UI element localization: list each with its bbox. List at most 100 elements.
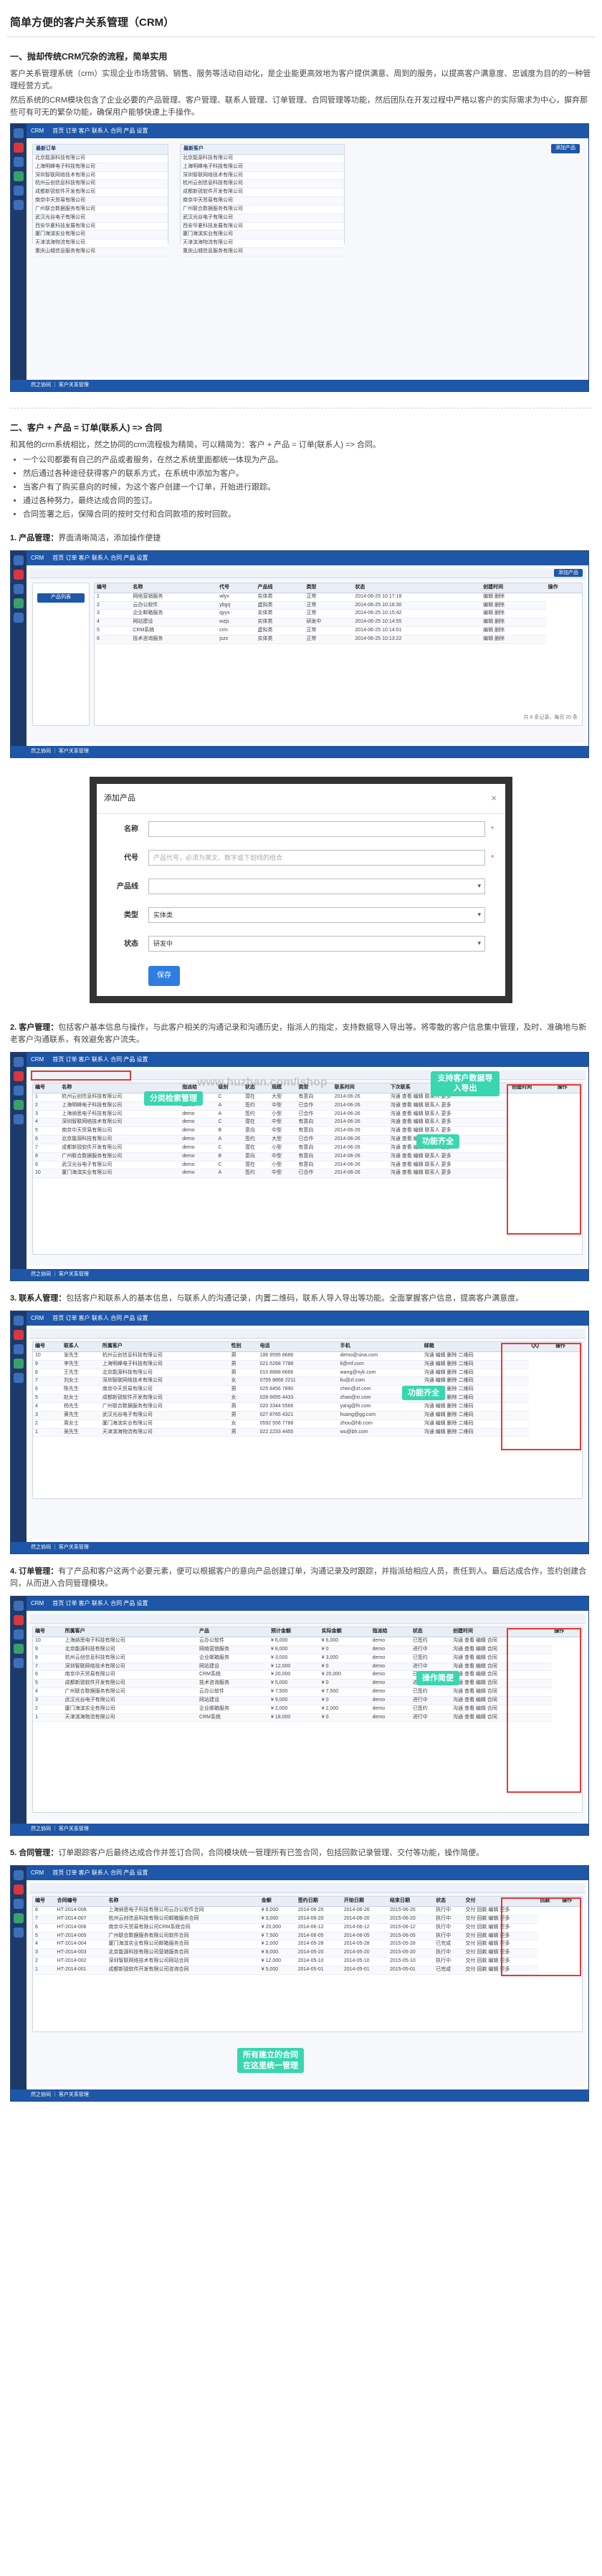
table-row[interactable]: 2上海明峰电子科技有限公司demoA签约中型已合作2014-06-26沟通 查看…	[33, 1101, 582, 1111]
home-icon[interactable]	[14, 1057, 24, 1068]
table-row[interactable]: 10 上海纳思电子科技有限公司 云办公软件 ¥ 6,000 ¥ 6,000 demo 已签约…	[33, 1637, 582, 1646]
list-item[interactable]: 武汉光谷电子有限公司	[33, 214, 168, 223]
code-field[interactable]: 产品代号，必须为英文、数字或下划线的组合	[148, 850, 485, 866]
list-item[interactable]: 天津滨海物流有限公司	[33, 239, 168, 249]
mail-icon[interactable]	[14, 1615, 24, 1626]
list-item[interactable]: 深圳智联网络技术有限公司	[181, 171, 344, 181]
list-item[interactable]: 杭州云创信息科技有限公司	[181, 179, 344, 189]
table-row[interactable]: 8 HT-2014-008 上海纳思电子科技有限公司云办公软件合同 ¥ 6,000 20…	[33, 1906, 582, 1915]
table-row[interactable]: 7 深圳智联网络技术有限公司 网站建设 ¥ 12,000 ¥ 0 demo 进行中 沟通 查看…	[33, 1662, 582, 1672]
add-product-button[interactable]: 添加产品	[554, 568, 583, 577]
table-row[interactable]: 4 广州联合数据服务有限公司 云办公软件 ¥ 7,500 ¥ 7,500 demo 已签约沟…	[33, 1687, 582, 1697]
user-icon[interactable]	[14, 598, 24, 608]
calendar-icon[interactable]	[14, 1086, 24, 1096]
app-nav[interactable]: 首页 订单 客户 联系人 合同 产品 设置	[52, 1869, 148, 1876]
product-list-nav[interactable]: 产品列表	[37, 593, 85, 603]
row-actions[interactable]: 沟通 查看 编辑 联系人 更多	[388, 1110, 510, 1119]
list-item[interactable]: 上海明峰电子科技有限公司	[181, 163, 344, 172]
home-icon[interactable]	[14, 1870, 24, 1881]
table-row[interactable]: 7 刘女士 深圳智联网络技术有限公司女 0755 8866 2211 liu@zl.co…	[33, 1376, 582, 1387]
table-row[interactable]: 6南京中天贸易有限公司CRM系统¥ 20,000¥ 20,000demo已签约沟…	[33, 1670, 582, 1680]
list-item[interactable]: 杭州云创信息科技有限公司	[33, 179, 168, 189]
home-icon[interactable]	[14, 1316, 24, 1326]
app-nav[interactable]: 首页 订单 客户 联系人 合同 产品 设置	[52, 1056, 148, 1063]
table-row[interactable]: 2 云办公软件 ybgrj 虚拟类 正常 2014-06-25 10:16:30 编辑 删除	[95, 601, 582, 611]
file-icon[interactable]	[14, 612, 24, 623]
row-actions[interactable]: 编辑 删除	[481, 626, 546, 636]
calendar-icon[interactable]	[14, 1629, 24, 1640]
calendar-icon[interactable]	[14, 157, 24, 168]
app-nav[interactable]: 首页 订单 客户 联系人 合同 产品 设置	[52, 1600, 148, 1607]
list-item[interactable]: 重庆山城信息服务有限公司	[33, 247, 168, 257]
list-item[interactable]: 天津滨海物流有限公司	[181, 239, 344, 249]
table-row[interactable]: 8 广州联合数据服务有限公司 demo B 意向 中型 有意向 2014-06-26 沟通 查看…	[33, 1152, 582, 1162]
table-row[interactable]: 1 网络营销服务 wlyx 实体类 正常 2014-06-25 10:17:18 编辑 删除	[95, 593, 582, 602]
table-row[interactable]: 2 厦门海滨实业有限公司 企业邮箱服务 ¥ 2,000 ¥ 2,000 demo 已签约 沟通…	[33, 1705, 582, 1714]
calendar-icon[interactable]	[14, 1899, 24, 1910]
app-nav[interactable]: 首页 订单 客户 联系人 合同 产品 设置	[52, 128, 148, 134]
home-icon[interactable]	[14, 555, 24, 565]
table-row[interactable]: 3 企业邮箱服务 qyyx 实体类 正常 2014-06-25 10:15:42 编辑 删除	[95, 609, 582, 619]
table-row[interactable]: 9 武汉光谷电子有限公司 demo C 潜在 小型 有意向 2014-06-26 沟通 查看 编…	[33, 1161, 582, 1170]
list-item[interactable]: 厦门海滨实业有限公司	[33, 230, 168, 240]
list-item[interactable]: 广州联合数据服务有限公司	[181, 205, 344, 214]
row-actions[interactable]: 编辑 删除	[481, 593, 546, 602]
mail-icon[interactable]	[14, 1330, 24, 1341]
row-actions[interactable]: 编辑 删除	[481, 601, 546, 611]
table-row[interactable]: 3 武汉光谷电子有限公司 网站建设 ¥ 9,000 ¥ 0 demo 进行中 沟通 查看 编辑…	[33, 1696, 582, 1705]
list-item[interactable]: 上海明峰电子科技有限公司	[33, 163, 168, 172]
save-button[interactable]: 保存	[148, 966, 180, 986]
table-row[interactable]: 5 HT-2014-005 广州联合数据服务有限公司软件合同 ¥ 7,500 2014-…	[33, 1932, 582, 1941]
table-row[interactable]: 1 吴先生 天津滨海物流有限公司男 022 2233 4455 wu@bh.com 沟通 …	[33, 1428, 582, 1437]
user-icon[interactable]	[14, 1644, 24, 1655]
table-row[interactable]: 4 杨先生 广州联合数据服务有限公司男 020 3344 5566 yang@lh.co…	[33, 1402, 582, 1412]
table-row[interactable]: 6北京能源科技有限公司demoA签约大型已合作2014-06-26沟通 查看 编…	[33, 1135, 582, 1144]
list-item[interactable]: 成都新锐软件开发有限公司	[33, 188, 168, 198]
table-row[interactable]: 2 周女士 厦门海滨实业有限公司女 0592 556 7788 zhou@hb.com 沟…	[33, 1419, 582, 1429]
file-icon[interactable]	[14, 1373, 24, 1384]
list-item[interactable]: 南京中天贸易有限公司	[33, 196, 168, 206]
table-row[interactable]: 1杭州云创信息科技有限公司demoC潜在大型有意向2014-06-26沟通 查看…	[33, 1093, 582, 1102]
app-nav[interactable]: 首页 订单 客户 联系人 合同 产品 设置	[52, 555, 148, 561]
row-actions[interactable]: 沟通 查看 编辑 联系人 更多	[388, 1161, 510, 1170]
list-item[interactable]: 北京能源科技有限公司	[181, 154, 344, 163]
home-icon[interactable]	[14, 128, 24, 139]
line-select[interactable]	[148, 878, 485, 894]
table-row[interactable]: 9 北京能源科技有限公司 网络营销服务 ¥ 8,000 ¥ 0 demo 进行中 沟通 查看 …	[33, 1645, 582, 1655]
file-icon[interactable]	[14, 1114, 24, 1125]
name-field[interactable]	[148, 821, 485, 837]
list-item[interactable]: 西安华夏科技发展有限公司	[33, 222, 168, 231]
table-row[interactable]: 8 杭州云创信息科技有限公司 企业邮箱服务 ¥ 3,000 ¥ 3,000 demo 已签约…	[33, 1654, 582, 1663]
list-item[interactable]: 北京能源科技有限公司	[33, 154, 168, 163]
mail-icon[interactable]	[14, 1071, 24, 1082]
user-icon[interactable]	[14, 1100, 24, 1111]
list-item[interactable]: 成都新锐软件开发有限公司	[181, 188, 344, 198]
row-actions[interactable]: 编辑 删除	[481, 609, 546, 619]
status-select[interactable]: 研发中	[148, 936, 485, 952]
table-row[interactable]: 6 陈先生 南京中天贸易有限公司男 025 8456 7890 chen@zt.com 沟…	[33, 1385, 582, 1395]
table-row[interactable]: 3 HT-2014-003 北京能源科技有限公司营销服务合同 ¥ 8,000 2014-…	[33, 1948, 582, 1958]
user-icon[interactable]	[14, 1913, 24, 1924]
table-row[interactable]: 7 HT-2014-007 杭州云创信息科技有限公司邮箱服务合同 ¥ 3,000 201…	[33, 1915, 582, 1924]
list-item[interactable]: 南京中天贸易有限公司	[181, 196, 344, 206]
file-icon[interactable]	[14, 1928, 24, 1938]
calendar-icon[interactable]	[14, 1344, 24, 1355]
table-row[interactable]: 5 CRM系统 crm 虚拟类 正常 2014-06-25 10:14:01 编辑 删除	[95, 626, 582, 636]
list-item[interactable]: 深圳智联网络技术有限公司	[33, 171, 168, 181]
table-row[interactable]: 4 HT-2014-004 厦门海滨实业有限公司邮箱服务合同 ¥ 2,000 2014-…	[33, 1940, 582, 1950]
row-actions[interactable]: 沟通 查看 编辑 联系人 更多	[388, 1152, 510, 1162]
table-row[interactable]: 5 赵女士 成都新锐软件开发有限公司女 028 6655 4433 zhao@xr.co…	[33, 1394, 582, 1403]
list-item[interactable]: 西安华夏科技发展有限公司	[181, 222, 344, 231]
table-row[interactable]: 5 南京中天贸易有限公司 demo B 意向 中型 有意向 2014-06-26 沟通 查看 编…	[33, 1126, 582, 1136]
user-icon[interactable]	[14, 171, 24, 182]
list-item[interactable]: 武汉光谷电子有限公司	[181, 214, 344, 223]
mail-icon[interactable]	[14, 143, 24, 153]
table-row[interactable]: 8 王先生 北京能源科技有限公司男 010 8888 6666 wang@nyk.com…	[33, 1369, 582, 1378]
table-row[interactable]: 3 上海纳思电子科技有限公司 demo A 签约 小型 已合作 2014-06-26 沟通 查看…	[33, 1110, 582, 1119]
dashboard-action-button[interactable]: 添加产品	[551, 144, 580, 153]
table-row[interactable]: 4 深圳智联网络技术有限公司 demo C 潜在 中型 有意向 2014-06-26 沟通 查看…	[33, 1118, 582, 1128]
row-actions[interactable]: 沟通 查看 编辑 联系人 更多	[388, 1101, 510, 1111]
table-row[interactable]: 5成都新锐软件开发有限公司技术咨询服务¥ 5,000¥ 0demo进行中沟通 查…	[33, 1679, 582, 1689]
table-row[interactable]: 9 李先生 上海明峰电子科技有限公司男 021 5268 7788 li@mf.com 沟…	[33, 1360, 582, 1369]
file-icon[interactable]	[14, 186, 24, 196]
